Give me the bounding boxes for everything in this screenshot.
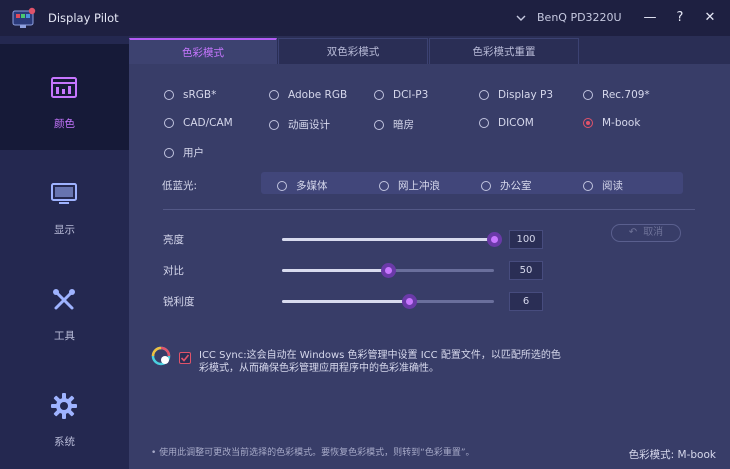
chevron-down-icon[interactable] xyxy=(515,13,527,23)
radio-circle xyxy=(374,119,384,130)
tab-dual-color-mode[interactable]: 双色彩模式 xyxy=(278,38,428,64)
sharpness-slider[interactable] xyxy=(282,294,494,309)
help-button[interactable]: ? xyxy=(670,8,690,28)
slider-thumb[interactable] xyxy=(487,232,502,247)
monitor-selector[interactable]: BenQ PD3220U xyxy=(537,11,622,24)
close-button[interactable]: ✕ xyxy=(700,8,720,28)
radio-circle xyxy=(379,180,389,191)
radio-circle xyxy=(164,118,174,128)
current-color-mode: 色彩模式: M-book xyxy=(628,449,716,461)
contrast-label: 对比 xyxy=(163,265,184,277)
radio-circle-selected xyxy=(583,118,593,128)
radio-adobe-rgb[interactable]: Adobe RGB xyxy=(269,89,347,101)
radio-multimedia[interactable]: 多媒体 xyxy=(277,178,328,193)
sidebar-item-display[interactable]: 显示 xyxy=(0,150,129,256)
tab-color-mode-reset[interactable]: 色彩模式重置 xyxy=(429,38,579,64)
contrast-value[interactable]: 50 xyxy=(509,261,543,280)
radio-circle xyxy=(164,147,174,158)
radio-circle xyxy=(583,90,593,100)
main-panel: 色彩模式 双色彩模式 色彩模式重置 sRGB* Adobe RGB DCI-P3… xyxy=(129,36,730,469)
sidebar: 颜色 显示 工具 系统 xyxy=(0,36,129,469)
icc-sync-icon xyxy=(151,346,171,366)
tab-color-mode[interactable]: 色彩模式 xyxy=(129,38,277,64)
sharpness-label: 锐利度 xyxy=(163,296,195,308)
monitor-icon xyxy=(51,183,77,204)
icc-sync-checkbox[interactable] xyxy=(179,352,191,364)
radio-dci-p3[interactable]: DCI-P3 xyxy=(374,89,428,101)
radio-circle xyxy=(164,90,174,100)
radio-cad-cam[interactable]: CAD/CAM xyxy=(164,117,233,129)
radio-user[interactable]: 用户 xyxy=(164,145,204,160)
slider-fill xyxy=(282,238,494,241)
color-chart-icon xyxy=(51,77,77,98)
sharpness-value[interactable]: 6 xyxy=(509,292,543,311)
radio-office[interactable]: 办公室 xyxy=(481,178,532,193)
sidebar-item-tools[interactable]: 工具 xyxy=(0,256,129,362)
radio-circle xyxy=(269,90,279,100)
undo-icon: ↶ xyxy=(628,227,638,238)
radio-m-book[interactable]: M-book xyxy=(583,117,640,129)
sidebar-item-label: 颜色 xyxy=(54,118,75,130)
radio-circle xyxy=(374,90,384,100)
slider-fill xyxy=(282,300,410,303)
sidebar-item-label: 工具 xyxy=(54,330,75,342)
radio-circle xyxy=(269,119,279,130)
radio-animation[interactable]: 动画设计 xyxy=(269,117,330,132)
tools-icon xyxy=(53,289,75,310)
minimize-button[interactable]: — xyxy=(640,8,660,28)
radio-circle xyxy=(479,118,489,128)
low-blue-light-label: 低蓝光: xyxy=(162,180,198,192)
radio-circle xyxy=(479,90,489,100)
checkmark-icon xyxy=(180,354,190,362)
brightness-label: 亮度 xyxy=(163,234,184,246)
slider-fill xyxy=(282,269,388,272)
radio-web-surfing[interactable]: 网上冲浪 xyxy=(379,178,440,193)
brightness-value[interactable]: 100 xyxy=(509,230,543,249)
icc-sync-description: ICC Sync:这会自动在 Windows 色彩管理中设置 ICC 配置文件，… xyxy=(199,350,561,374)
gear-icon xyxy=(51,393,77,419)
app-title: Display Pilot xyxy=(48,11,119,25)
sidebar-item-system[interactable]: 系统 xyxy=(0,362,129,468)
radio-rec709[interactable]: Rec.709* xyxy=(583,89,650,101)
radio-srgb[interactable]: sRGB* xyxy=(164,89,216,101)
title-bar: Display Pilot BenQ PD3220U — ? ✕ xyxy=(0,0,730,36)
radio-circle xyxy=(277,180,287,191)
sidebar-item-label: 系统 xyxy=(54,436,75,448)
radio-darkroom[interactable]: 暗房 xyxy=(374,117,414,132)
cancel-button[interactable]: ↶ 取消 xyxy=(611,224,681,242)
radio-dicom[interactable]: DICOM xyxy=(479,117,534,129)
radio-display-p3[interactable]: Display P3 xyxy=(479,89,553,101)
radio-reading[interactable]: 阅读 xyxy=(583,178,623,193)
divider xyxy=(163,209,695,210)
radio-circle xyxy=(481,180,491,191)
slider-thumb[interactable] xyxy=(402,294,418,309)
brightness-slider[interactable] xyxy=(282,232,502,247)
app-logo-icon xyxy=(12,7,36,28)
slider-thumb[interactable] xyxy=(381,263,396,278)
footer-note: • 使用此调整可更改当前选择的色彩模式。要恢复色彩模式，则转到“色彩重置”。 xyxy=(151,448,475,458)
radio-circle xyxy=(583,180,593,191)
sidebar-item-color[interactable]: 颜色 xyxy=(0,44,129,150)
tab-bar: 色彩模式 双色彩模式 色彩模式重置 xyxy=(129,36,730,64)
sidebar-item-label: 显示 xyxy=(54,224,75,236)
contrast-slider[interactable] xyxy=(282,263,494,278)
